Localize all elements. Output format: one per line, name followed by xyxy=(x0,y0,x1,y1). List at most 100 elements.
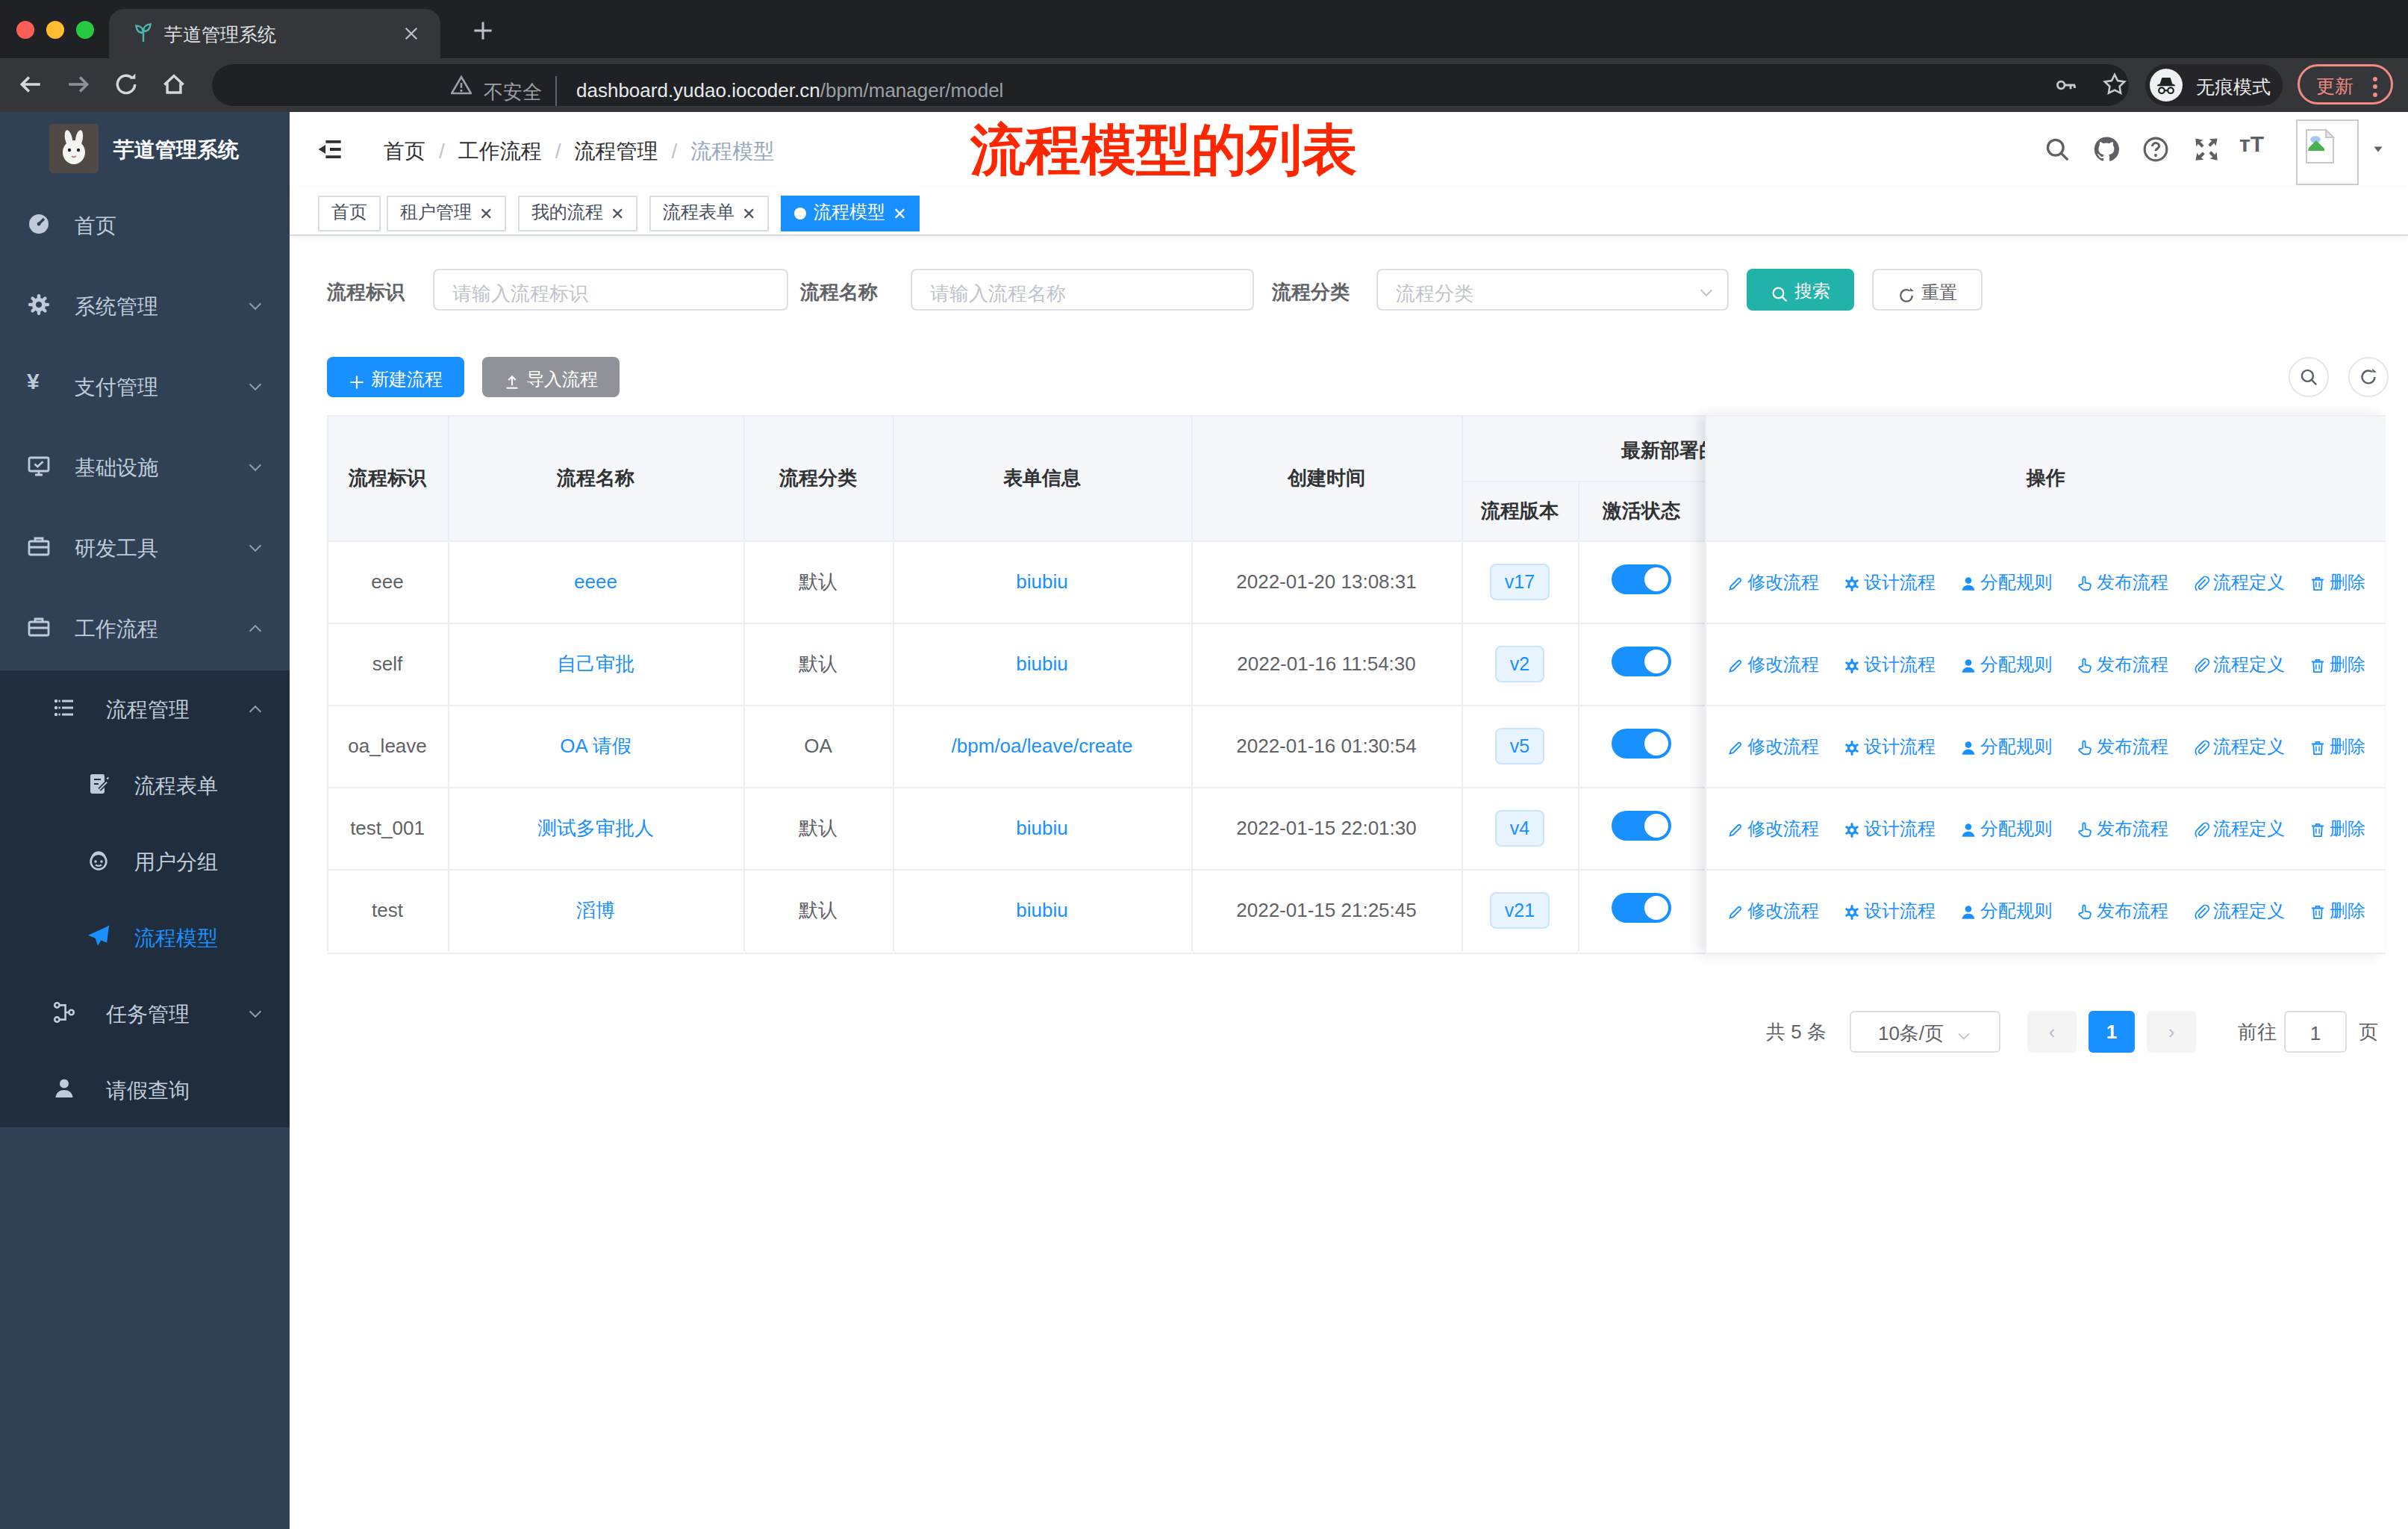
form-link[interactable]: biubiu xyxy=(1016,899,1067,921)
browser-tab[interactable]: 芋道管理系统 xyxy=(109,9,440,58)
action-delete[interactable]: 删除 xyxy=(2309,572,2365,592)
action-design[interactable]: 设计流程 xyxy=(1843,654,1936,674)
collapse-sidebar-icon[interactable] xyxy=(316,136,343,163)
action-publish[interactable]: 发布流程 xyxy=(2076,572,2168,592)
active-toggle[interactable] xyxy=(1612,647,1671,676)
action-definition[interactable]: 流程定义 xyxy=(2192,900,2285,921)
process-name-link[interactable]: 滔博 xyxy=(576,899,615,921)
tag-tenant[interactable]: 租户管理✕ xyxy=(387,196,506,231)
url-text[interactable]: dashboard.yudao.iocoder.cn/bpm/manager/m… xyxy=(576,79,1003,102)
active-toggle[interactable] xyxy=(1612,893,1671,923)
sidebar-item-user-group[interactable]: 用户分组 xyxy=(0,823,290,899)
active-toggle[interactable] xyxy=(1612,811,1671,841)
goto-page-input[interactable]: 1 xyxy=(2284,1011,2347,1053)
action-design[interactable]: 设计流程 xyxy=(1843,900,1936,921)
macos-zoom-button[interactable] xyxy=(76,21,94,39)
sidebar-item-workflow[interactable]: 工作流程 xyxy=(0,587,290,667)
action-design[interactable]: 设计流程 xyxy=(1843,818,1936,838)
action-definition[interactable]: 流程定义 xyxy=(2192,818,2285,838)
fullscreen-icon[interactable] xyxy=(2193,136,2220,163)
tag-my-process[interactable]: 我的流程✕ xyxy=(518,196,637,231)
tab-close-icon[interactable] xyxy=(402,24,421,43)
action-edit[interactable]: 修改流程 xyxy=(1727,572,1819,592)
process-name-link[interactable]: 测试多审批人 xyxy=(537,817,654,839)
form-link[interactable]: biubiu xyxy=(1016,817,1067,839)
sidebar-item-infra[interactable]: 基础设施 xyxy=(0,426,290,506)
tag-process-form[interactable]: 流程表单✕ xyxy=(649,196,769,231)
action-definition[interactable]: 流程定义 xyxy=(2192,654,2285,674)
import-process-button[interactable]: 导入流程 xyxy=(482,357,620,397)
active-toggle[interactable] xyxy=(1612,564,1671,594)
action-delete[interactable]: 删除 xyxy=(2309,654,2365,674)
macos-close-button[interactable] xyxy=(16,21,34,39)
action-delete[interactable]: 删除 xyxy=(2309,736,2365,756)
sidebar-item-system[interactable]: 系统管理 xyxy=(0,264,290,345)
page-size-select[interactable]: 10条/页 xyxy=(1850,1011,2000,1053)
action-delete[interactable]: 删除 xyxy=(2309,900,2365,921)
sidebar-item-process-model[interactable]: 流程模型 xyxy=(0,899,290,975)
prev-page-button[interactable]: ‹ xyxy=(2027,1011,2077,1053)
action-edit[interactable]: 修改流程 xyxy=(1727,736,1819,756)
key-icon[interactable] xyxy=(2054,73,2078,97)
action-definition[interactable]: 流程定义 xyxy=(2192,572,2285,592)
search-icon[interactable] xyxy=(2044,136,2071,163)
process-name-link[interactable]: eeee xyxy=(574,570,617,593)
action-design[interactable]: 设计流程 xyxy=(1843,572,1936,592)
action-assign[interactable]: 分配规则 xyxy=(1959,900,2052,921)
action-publish[interactable]: 发布流程 xyxy=(2076,818,2168,838)
security-label[interactable]: 不安全 xyxy=(484,79,542,105)
breadcrumb-home[interactable]: 首页 xyxy=(384,140,425,163)
action-edit[interactable]: 修改流程 xyxy=(1727,818,1819,838)
filter-name-input[interactable]: 请输入流程名称 xyxy=(911,269,1254,311)
sidebar-item-process-form[interactable]: 流程表单 xyxy=(0,747,290,823)
next-page-button[interactable]: › xyxy=(2147,1011,2196,1053)
page-number-1[interactable]: 1 xyxy=(2089,1011,2135,1053)
close-icon[interactable]: ✕ xyxy=(479,205,493,223)
sidebar-item-process-mgmt[interactable]: 流程管理 xyxy=(0,670,290,747)
breadcrumb-process-mgmt[interactable]: 流程管理 xyxy=(575,140,658,163)
bookmark-star-icon[interactable] xyxy=(2102,72,2127,97)
browser-menu-icon[interactable] xyxy=(2373,77,2377,100)
action-design[interactable]: 设计流程 xyxy=(1843,736,1936,756)
search-button[interactable]: 搜索 xyxy=(1747,269,1854,311)
form-link[interactable]: biubiu xyxy=(1016,570,1067,593)
sidebar-item-leave-query[interactable]: 请假查询 xyxy=(0,1051,290,1127)
process-name-link[interactable]: OA 请假 xyxy=(560,735,631,757)
font-size-icon[interactable]: тT xyxy=(2239,131,2266,158)
tag-home[interactable]: 首页 xyxy=(318,196,381,231)
caret-down-icon[interactable] xyxy=(2371,143,2386,155)
action-edit[interactable]: 修改流程 xyxy=(1727,900,1819,921)
action-delete[interactable]: 删除 xyxy=(2309,818,2365,838)
breadcrumb-workflow[interactable]: 工作流程 xyxy=(458,140,542,163)
macos-minimize-button[interactable] xyxy=(46,21,64,39)
close-icon[interactable]: ✕ xyxy=(611,205,624,223)
form-link[interactable]: biubiu xyxy=(1016,653,1067,675)
reset-button[interactable]: 重置 xyxy=(1872,269,1983,311)
close-icon[interactable]: ✕ xyxy=(742,205,755,223)
action-publish[interactable]: 发布流程 xyxy=(2076,736,2168,756)
action-assign[interactable]: 分配规则 xyxy=(1959,818,2052,838)
sidebar-item-home[interactable]: 首页 xyxy=(0,184,290,264)
process-name-link[interactable]: 自己审批 xyxy=(557,653,634,675)
create-process-button[interactable]: 新建流程 xyxy=(327,357,464,397)
filter-category-select[interactable]: 流程分类 xyxy=(1376,269,1729,311)
action-assign[interactable]: 分配规则 xyxy=(1959,572,2052,592)
action-publish[interactable]: 发布流程 xyxy=(2076,654,2168,674)
close-icon[interactable]: ✕ xyxy=(893,205,906,223)
tag-process-model[interactable]: 流程模型✕ xyxy=(781,196,920,231)
action-definition[interactable]: 流程定义 xyxy=(2192,736,2285,756)
github-icon[interactable] xyxy=(2093,136,2120,163)
active-toggle[interactable] xyxy=(1612,729,1671,759)
sidebar-item-payment[interactable]: ¥ 支付管理 xyxy=(0,345,290,426)
form-link[interactable]: /bpm/oa/leave/create xyxy=(952,735,1133,757)
action-assign[interactable]: 分配规则 xyxy=(1959,654,2052,674)
refresh-table-button[interactable] xyxy=(2348,357,2389,397)
home-icon[interactable] xyxy=(161,72,187,97)
filter-key-input[interactable]: 请输入流程标识 xyxy=(433,269,788,311)
update-button[interactable]: 更新 xyxy=(2298,64,2393,105)
action-publish[interactable]: 发布流程 xyxy=(2076,900,2168,921)
avatar[interactable] xyxy=(2296,119,2359,185)
new-tab-icon[interactable] xyxy=(472,19,494,42)
sidebar-item-devtools[interactable]: 研发工具 xyxy=(0,506,290,587)
help-icon[interactable] xyxy=(2142,136,2169,163)
